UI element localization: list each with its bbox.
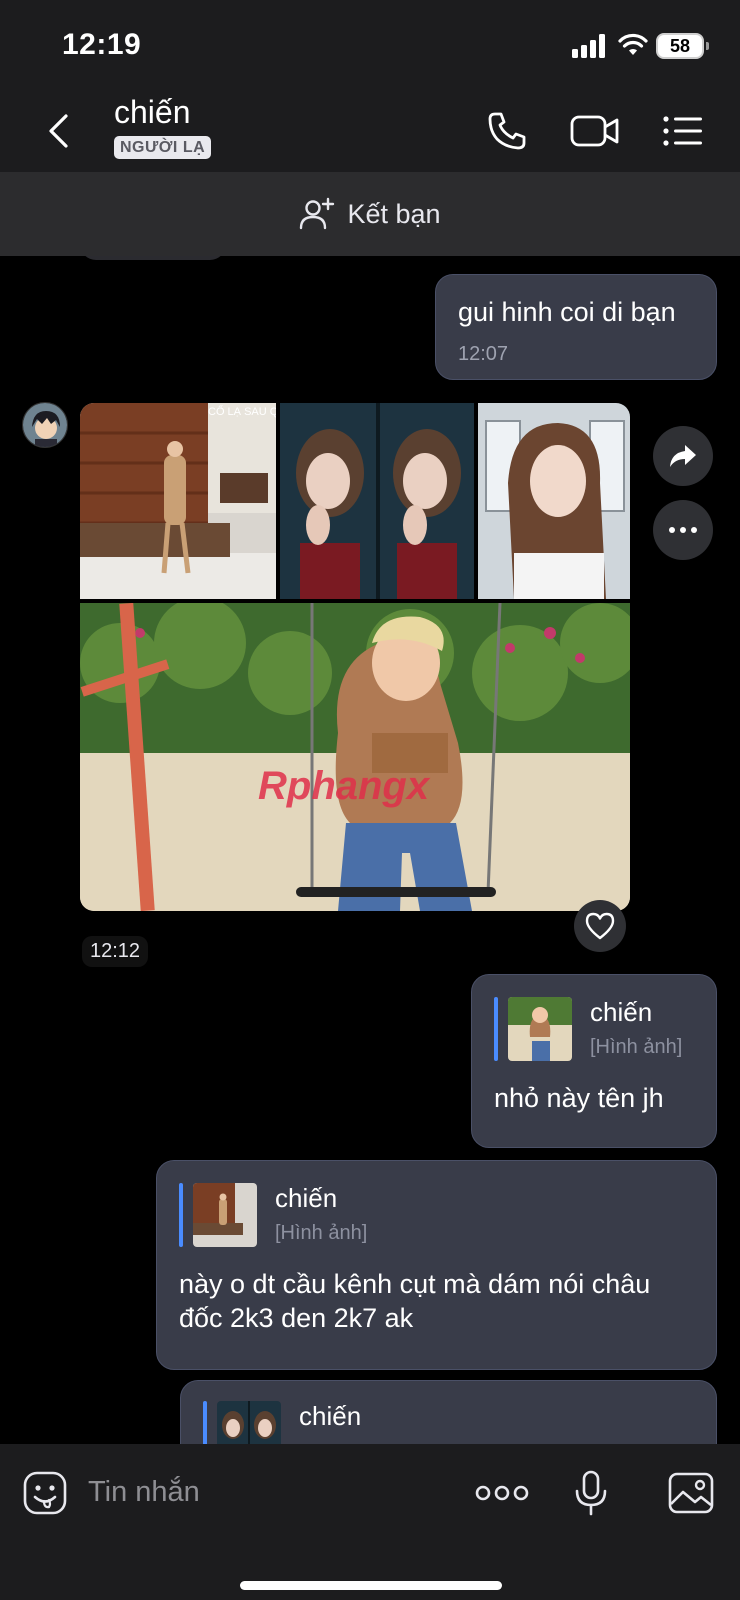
- previous-message-fragment: [80, 256, 226, 260]
- message-list[interactable]: gui hinh coi di bạn 12:07 CỔ LẠ SAU Q Rp…: [0, 256, 740, 1444]
- status-bar: 12:19 58: [0, 0, 740, 90]
- quote-author: chiến: [299, 1401, 362, 1431]
- home-indicator: [240, 1581, 502, 1590]
- more-icon: [669, 527, 697, 533]
- video-call-button[interactable]: [568, 104, 622, 158]
- sticker-icon: [23, 1471, 67, 1515]
- quoted-message[interactable]: chiến [Hình ảnh]: [179, 1183, 367, 1247]
- sender-avatar[interactable]: [22, 402, 68, 448]
- album-photo-1[interactable]: CỔ LẠ SAU QUEN: [80, 403, 276, 599]
- contact-name[interactable]: chiến: [114, 94, 191, 131]
- album-photo-3[interactable]: [478, 403, 630, 599]
- avatar-image: [23, 403, 67, 447]
- quote-bar: [203, 1401, 207, 1444]
- quote-author: chiến: [275, 1183, 338, 1213]
- photo-selfie-collage: [280, 403, 474, 599]
- message-input[interactable]: [88, 1470, 448, 1514]
- phone-icon: [488, 112, 526, 150]
- quote-bar: [494, 997, 498, 1061]
- cafe-sign-text: CỔ LẠ SAU QUEN: [208, 405, 276, 418]
- more-actions-button[interactable]: [653, 500, 713, 560]
- stranger-badge: NGƯỜI LẠ: [114, 136, 212, 159]
- message-text: này o dt cầu kênh cụt mà dám nói châu đố…: [179, 1269, 651, 1333]
- quote-thumbnail: [508, 997, 572, 1061]
- status-time: 12:19: [62, 28, 142, 61]
- watermark-text: Rphangx: [258, 764, 431, 808]
- add-user-icon: [300, 197, 335, 230]
- photo-portrait: [478, 403, 630, 599]
- gallery-button[interactable]: [666, 1468, 716, 1518]
- heart-icon: [585, 912, 615, 940]
- microphone-icon: [575, 1470, 607, 1516]
- signal-icon: [572, 34, 608, 58]
- add-friend-label: Kết bạn: [347, 198, 441, 229]
- voice-call-button[interactable]: [480, 104, 534, 158]
- photo-cafe: CỔ LẠ SAU QUEN: [80, 403, 276, 599]
- quote-type: [Hình ảnh]: [590, 1036, 683, 1058]
- quote-thumbnail: [217, 1401, 281, 1444]
- voice-message-button[interactable]: [566, 1468, 616, 1518]
- sent-message[interactable]: gui hinh coi di bạn 12:07: [435, 274, 717, 380]
- album-photo-2[interactable]: [280, 403, 474, 599]
- back-button[interactable]: [36, 108, 82, 154]
- wifi-icon: [618, 33, 648, 55]
- share-icon: [670, 445, 696, 467]
- quote-type: [Hình ảnh]: [275, 1222, 368, 1244]
- album-photo-4[interactable]: Rphangx: [80, 603, 630, 911]
- sent-reply-message[interactable]: chiến: [180, 1380, 717, 1444]
- quote-thumbnail: [193, 1183, 257, 1247]
- menu-list-icon: [663, 116, 702, 146]
- message-time: 12:07: [458, 343, 509, 365]
- sticker-button[interactable]: [20, 1468, 70, 1518]
- chat-menu-button[interactable]: [656, 104, 710, 158]
- add-friend-button[interactable]: Kết bạn: [0, 172, 740, 256]
- quote-bar: [179, 1183, 183, 1247]
- back-icon: [49, 114, 68, 148]
- share-button[interactable]: [653, 426, 713, 486]
- quoted-message[interactable]: chiến [Hình ảnh]: [494, 997, 682, 1061]
- gallery-icon: [668, 1472, 714, 1514]
- battery-indicator: 58: [656, 33, 709, 59]
- more-options-button[interactable]: [474, 1468, 530, 1518]
- more-options-icon: [475, 1485, 529, 1501]
- sent-reply-message[interactable]: chiến [Hình ảnh] này o dt cầu kênh cụt m…: [156, 1160, 717, 1370]
- react-button[interactable]: [574, 900, 626, 952]
- video-call-icon: [570, 115, 619, 147]
- chat-header: chiến NGƯỜI LẠ: [0, 90, 740, 172]
- photo-swing: Rphangx: [80, 603, 630, 911]
- message-text: gui hinh coi di bạn: [458, 297, 676, 327]
- image-album[interactable]: CỔ LẠ SAU QUEN: [80, 403, 630, 911]
- quote-author: chiến: [590, 997, 653, 1027]
- message-text: nhỏ này tên jh: [494, 1083, 664, 1113]
- sent-reply-message[interactable]: chiến [Hình ảnh] nhỏ này tên jh: [471, 974, 717, 1148]
- message-input-bar: [0, 1444, 740, 1600]
- album-time: 12:12: [82, 936, 149, 967]
- battery-level: 58: [669, 36, 691, 56]
- quoted-message[interactable]: chiến: [203, 1401, 361, 1444]
